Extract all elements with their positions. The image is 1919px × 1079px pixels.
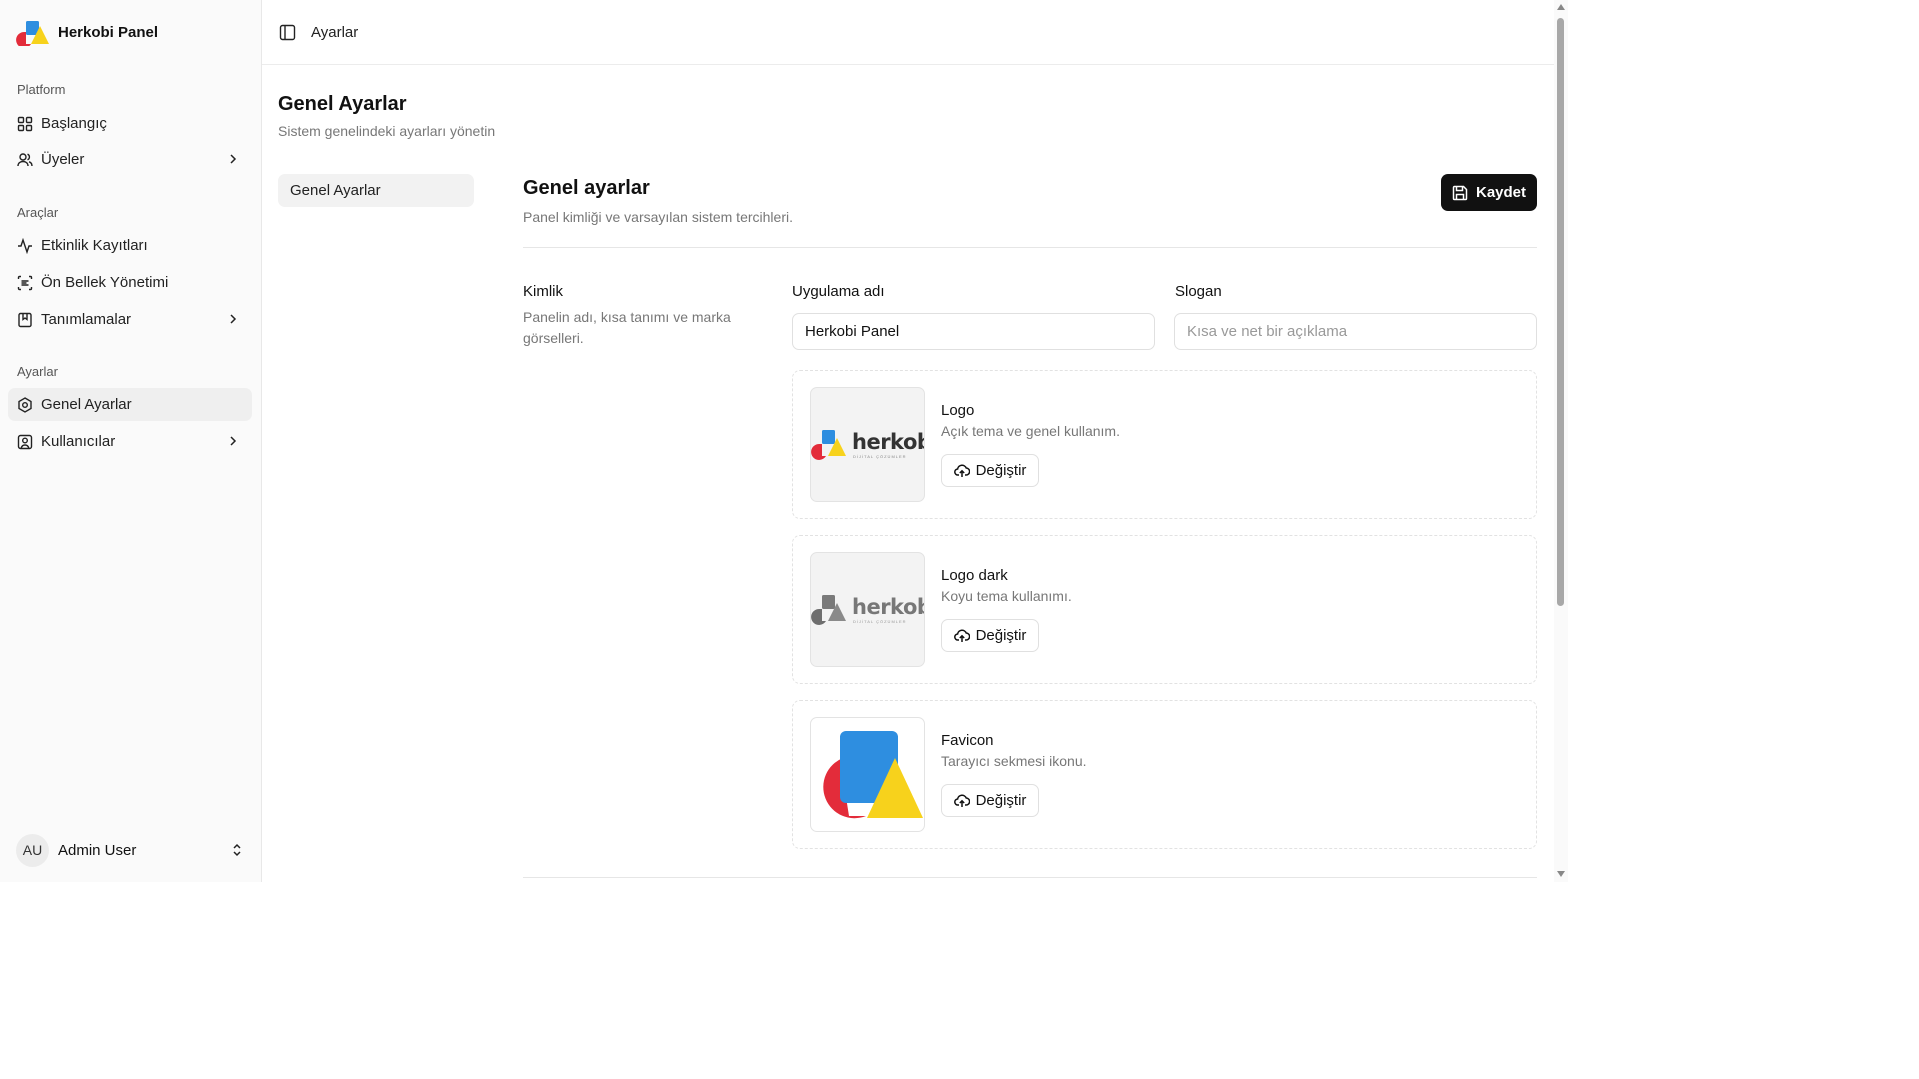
sidebar-item-label: Üyeler [41, 151, 85, 168]
topbar: Ayarlar [262, 0, 1554, 65]
avatar: AU [16, 833, 49, 867]
change-favicon-button[interactable]: Değiştir [941, 784, 1039, 817]
logo-dark-tagline: DİJİTAL ÇÖZÜMLER [853, 619, 907, 624]
sidebar-item-kullanicilar[interactable]: Kullanıcılar [8, 425, 252, 458]
sidebar-item-tanimlamalar[interactable]: Tanımlamalar [8, 303, 252, 336]
subnav-item-genel-ayarlar[interactable]: Genel Ayarlar [278, 174, 474, 207]
save-button-label: Kaydet [1475, 184, 1527, 201]
sidebar: Herkobi Panel Platform Başlangıç Üyeler … [0, 0, 262, 882]
nav-group-araclar: Araçlar [17, 205, 59, 220]
sidebar-item-label: Kullanıcılar [41, 433, 116, 450]
sidebar-item-uyeler[interactable]: Üyeler [8, 143, 252, 176]
scroll-down-arrow-icon[interactable] [1557, 871, 1565, 877]
logo-tagline: DİJİTAL ÇÖZÜMLER [853, 454, 907, 459]
favicon-card: Favicon Tarayıcı sekmesi ikonu. Değiştir [792, 700, 1537, 849]
settings-icon [17, 396, 33, 413]
bookmark-icon [17, 312, 33, 328]
change-button-label: Değiştir [975, 792, 1027, 809]
scroll-up-arrow-icon[interactable] [1557, 4, 1565, 10]
cloud-upload-icon [953, 793, 970, 807]
page-title: Genel Ayarlar [278, 93, 407, 115]
logo-dark-description: Koyu tema kullanımı. [941, 588, 1072, 604]
favicon-image-icon [823, 731, 923, 819]
nav-group-ayarlar: Ayarlar [17, 364, 58, 379]
sidebar-item-label: Başlangıç [41, 115, 107, 132]
save-icon [1452, 185, 1468, 200]
sidebar-item-label: Genel Ayarlar [41, 396, 132, 413]
grid-icon [17, 116, 33, 132]
app-name-input[interactable] [792, 313, 1155, 350]
sidebar-item-on-bellek-yonetimi[interactable]: Ön Bellek Yönetimi [8, 266, 252, 299]
sidebar-item-label: Etkinlik Kayıtları [41, 237, 148, 254]
identity-title: Kimlik [523, 283, 563, 300]
chevron-right-icon [230, 436, 237, 446]
save-button[interactable]: Kaydet [1441, 174, 1537, 211]
brand-logo-icon [16, 18, 50, 48]
sidebar-item-baslangic[interactable]: Başlangıç [8, 107, 252, 140]
cache-icon [17, 275, 33, 291]
user-menu[interactable]: AU Admin User [16, 833, 246, 867]
logo-wordmark: herkobi [852, 430, 924, 454]
section-divider [523, 247, 1537, 248]
slogan-label: Slogan [1175, 283, 1222, 300]
favicon-preview [810, 717, 925, 832]
brand-name: Herkobi Panel [58, 23, 159, 41]
chevron-right-icon [230, 314, 237, 324]
page-subtitle: Sistem genelindeki ayarları yönetin [278, 123, 496, 139]
change-logo-button[interactable]: Değiştir [941, 454, 1039, 487]
sidebar-toggle-icon[interactable] [279, 24, 296, 41]
change-button-label: Değiştir [975, 462, 1027, 479]
activity-icon [17, 237, 33, 254]
bottom-divider [523, 877, 1537, 878]
logo-dark-card: herkobi DİJİTAL ÇÖZÜMLER Logo dark Koyu … [792, 535, 1537, 684]
breadcrumb: Ayarlar [311, 24, 359, 41]
change-logo-dark-button[interactable]: Değiştir [941, 619, 1039, 652]
scrollbar[interactable] [1554, 0, 1568, 882]
nav-group-platform: Platform [17, 82, 66, 97]
identity-description: Panelin adı, kısa tanımı ve marka görsel… [523, 309, 731, 346]
favicon-description: Tarayıcı sekmesi ikonu. [941, 753, 1087, 769]
chevrons-up-down-icon [233, 843, 241, 857]
scroll-thumb[interactable] [1557, 18, 1564, 606]
sidebar-item-genel-ayarlar[interactable]: Genel Ayarlar [8, 388, 252, 421]
slogan-input[interactable] [1174, 313, 1537, 350]
logo-preview: herkobi DİJİTAL ÇÖZÜMLER [810, 387, 925, 502]
logo-card: herkobi DİJİTAL ÇÖZÜMLER Logo Açık tema … [792, 370, 1537, 519]
sidebar-item-label: Tanımlamalar [41, 311, 132, 328]
cloud-upload-icon [953, 628, 970, 642]
logo-dark-preview: herkobi DİJİTAL ÇÖZÜMLER [810, 552, 925, 667]
sidebar-item-etkinlik-kayitlari[interactable]: Etkinlik Kayıtları [8, 229, 252, 262]
sidebar-item-label: Ön Bellek Yönetimi [41, 274, 169, 291]
chevron-right-icon [230, 154, 237, 164]
section-subtitle: Panel kimliği ve varsayılan sistem terci… [523, 209, 793, 225]
logo-title: Logo [941, 402, 975, 419]
user-name: Admin User [58, 841, 137, 859]
brand[interactable]: Herkobi Panel [16, 18, 159, 48]
users-icon [17, 152, 33, 168]
favicon-title: Favicon [941, 732, 994, 749]
cloud-upload-icon [953, 463, 970, 477]
logo-dark-title: Logo dark [941, 567, 1008, 584]
logo-description: Açık tema ve genel kullanım. [941, 423, 1120, 439]
change-button-label: Değiştir [975, 627, 1027, 644]
app-name-label: Uygulama adı [792, 283, 885, 300]
user-square-icon [17, 434, 33, 450]
section-title: Genel ayarlar [523, 177, 650, 199]
logo-dark-wordmark: herkobi [852, 595, 924, 619]
